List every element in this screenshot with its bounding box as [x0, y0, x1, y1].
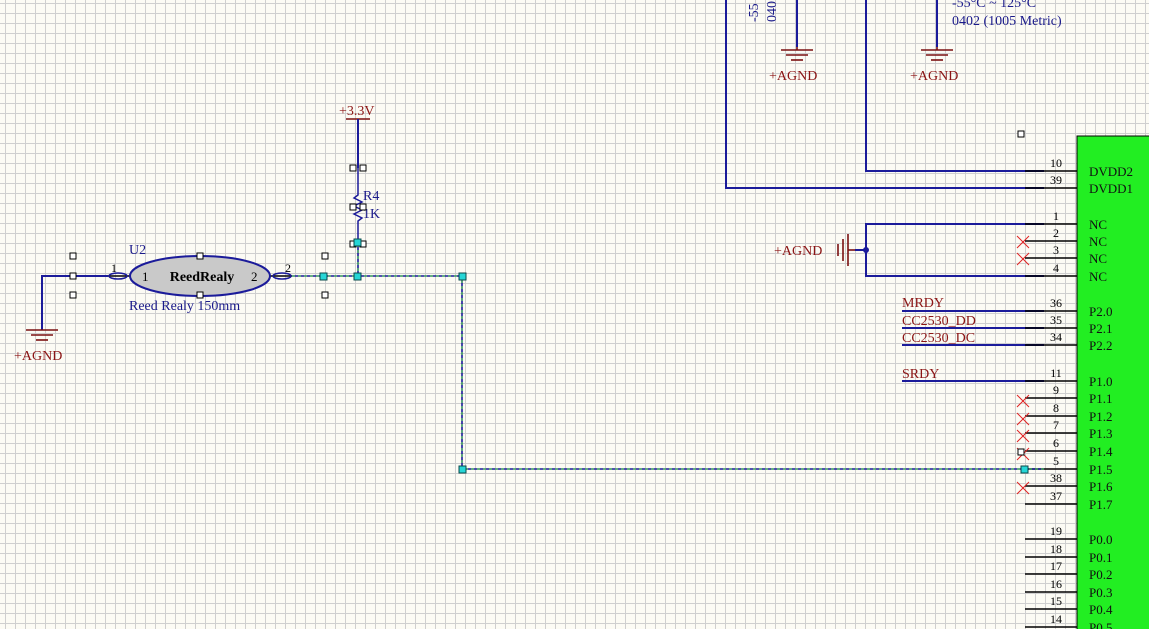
ic-pin-number: 5 — [1053, 454, 1059, 468]
ic-pin-name: P1.3 — [1089, 426, 1112, 441]
ic-pin-name: NC — [1089, 234, 1107, 249]
no-connect-mark — [1016, 429, 1030, 443]
reed-pin2-outer: 2 — [285, 261, 291, 275]
ic-pin-name: DVDD2 — [1089, 164, 1133, 179]
wire-nc-bus[interactable] — [865, 223, 1044, 277]
ic-pin-number: 14 — [1050, 612, 1062, 626]
cap-left-package: 040 — [765, 1, 780, 22]
selection-handle[interactable] — [1017, 130, 1025, 138]
ic-pin-number: 37 — [1050, 489, 1062, 503]
ic-pin-number: 1 — [1053, 209, 1059, 223]
no-connect-mark — [1016, 481, 1030, 495]
top-right-capacitor-fragment[interactable]: -55°C ~ 125°C 0402 (1005 Metric) — [936, 0, 1062, 47]
ic-pin-number: 4 — [1053, 261, 1059, 275]
selected-net-p1-5[interactable] — [292, 238, 1044, 474]
ic-pin-name: P1.5 — [1089, 462, 1112, 477]
ic-pin-name: P0.1 — [1089, 550, 1112, 565]
ic-pin-name: P0.2 — [1089, 567, 1112, 582]
ic-pin-name: DVDD1 — [1089, 181, 1133, 196]
ic-pin-name: P2.1 — [1089, 321, 1112, 336]
ic-pin-number: 38 — [1050, 471, 1062, 485]
ic-pin-name: P1.1 — [1089, 391, 1112, 406]
schematic-canvas[interactable]: -55 040 -55°C ~ 125°C 0402 (1005 Metric)… — [0, 0, 1149, 629]
ic-pin-name: P0.0 — [1089, 532, 1112, 547]
net-label-cc2530-dd[interactable]: CC2530_DD — [902, 314, 976, 329]
ic-pin-name: P2.2 — [1089, 338, 1112, 353]
ic-pin-number: 3 — [1053, 243, 1059, 257]
ic-pin-number: 35 — [1050, 313, 1062, 327]
agnd-symbol-top-right[interactable]: +AGND — [910, 47, 958, 84]
ic-pin-number: 36 — [1050, 296, 1062, 310]
agnd-symbol-left[interactable]: +AGND — [14, 329, 62, 364]
ic-pin-number: 16 — [1050, 577, 1062, 591]
reed-pin1-outer: 1 — [111, 261, 117, 275]
no-connect-mark — [1016, 412, 1030, 426]
power-3v3[interactable]: +3.3V — [339, 104, 375, 168]
ic-pin-name: NC — [1089, 217, 1107, 232]
reed-label: ReedRealy — [170, 270, 235, 285]
net-label-mrdy[interactable]: MRDY — [902, 296, 944, 311]
agnd-symbol-top-left[interactable]: +AGND — [769, 47, 817, 84]
ic-pin-number: 19 — [1050, 524, 1062, 538]
agnd-label: +AGND — [774, 244, 822, 259]
cap-left-rating: -55 — [747, 3, 762, 22]
r4-designator: R4 — [363, 189, 379, 204]
ic-pin-name: P0.4 — [1089, 602, 1113, 617]
ic-pin-number: 6 — [1053, 436, 1059, 450]
no-connect-mark — [1016, 252, 1030, 266]
ic-pin-number: 8 — [1053, 401, 1059, 415]
v33-label: +3.3V — [339, 104, 375, 119]
cap-right-package: 0402 (1005 Metric) — [952, 14, 1062, 29]
no-connect-mark — [1016, 394, 1030, 408]
ic-pin-number: 10 — [1050, 156, 1062, 170]
cap-right-rating: -55°C ~ 125°C — [952, 0, 1036, 11]
ic-pin-number: 9 — [1053, 383, 1059, 397]
ic-pin-name: P1.6 — [1089, 479, 1113, 494]
ic-pin-number: 7 — [1053, 418, 1059, 432]
agnd-label: +AGND — [14, 349, 62, 364]
no-connect-mark — [1016, 235, 1030, 249]
ic-pin-number: 2 — [1053, 226, 1059, 240]
ic-pin-number: 39 — [1050, 173, 1062, 187]
junction-dot — [863, 247, 869, 253]
resistor-r4[interactable]: R4 1K — [349, 164, 380, 248]
ic-pin-name: P1.4 — [1089, 444, 1113, 459]
ic-body[interactable] — [1076, 135, 1149, 629]
ic-pin-name: P0.3 — [1089, 585, 1112, 600]
ic-pin-name: P1.7 — [1089, 497, 1113, 512]
ic-pin-number: 34 — [1050, 330, 1062, 344]
wire-agnd-left[interactable] — [41, 275, 108, 330]
ic-pin-number: 18 — [1050, 542, 1062, 556]
ic-pin-name: P1.2 — [1089, 409, 1112, 424]
agnd-label: +AGND — [910, 69, 958, 84]
reed-designator: U2 — [129, 243, 146, 258]
reed-pin1-inner: 1 — [142, 269, 149, 284]
ic-pin-number: 15 — [1050, 594, 1062, 608]
reed-pin2-inner: 2 — [251, 269, 258, 284]
agnd-label: +AGND — [769, 69, 817, 84]
ic-pin-number: 11 — [1050, 366, 1062, 380]
ic-pin-name: P0.5 — [1089, 620, 1112, 629]
net-label-srdy[interactable]: SRDY — [902, 367, 939, 382]
ic-pin-name: P1.0 — [1089, 374, 1112, 389]
net-label-cc2530-dc[interactable]: CC2530_DC — [902, 331, 975, 346]
ic-pin-name: P2.0 — [1089, 304, 1112, 319]
top-left-capacitor-fragment[interactable]: -55 040 — [747, 0, 798, 47]
reed-comment: Reed Realy 150mm — [129, 299, 240, 314]
agnd-symbol-nc[interactable]: +AGND — [774, 234, 855, 266]
selection-handle[interactable] — [1017, 448, 1025, 456]
ic-pin-name: NC — [1089, 269, 1107, 284]
ic-pin-number: 17 — [1050, 559, 1062, 573]
ic-pin-name: NC — [1089, 251, 1107, 266]
